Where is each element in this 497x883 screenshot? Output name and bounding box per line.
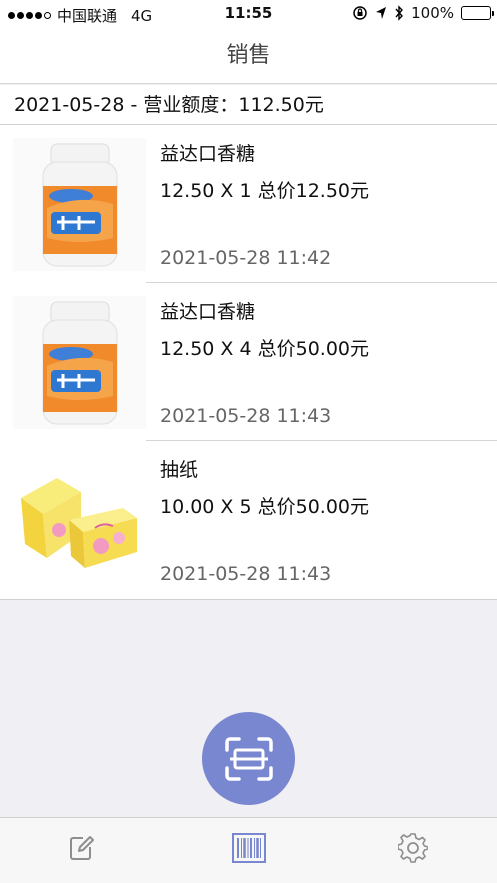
rotation-lock-icon xyxy=(353,6,367,20)
status-bar: 中国联通 4G 11:55 100% xyxy=(0,0,497,28)
product-name: 抽纸 xyxy=(160,459,199,481)
price-line: 12.50 X 1 总价12.50元 xyxy=(160,180,370,202)
list-item[interactable]: 益达口香糖 12.50 X 4 总价50.00元 2021-05-28 11:4… xyxy=(0,283,497,441)
location-arrow-icon xyxy=(376,7,387,19)
tab-barcode[interactable] xyxy=(229,828,269,868)
sales-list: 益达口香糖 12.50 X 1 总价12.50元 2021-05-28 11:4… xyxy=(0,125,497,600)
sales-summary: 2021-05-28 - 营业额度：112.50元 xyxy=(0,85,497,125)
sale-time: 2021-05-28 11:43 xyxy=(160,405,332,427)
edit-icon xyxy=(70,836,94,860)
sale-time: 2021-05-28 11:42 xyxy=(160,247,332,269)
status-right: 100% xyxy=(352,4,494,22)
scan-button[interactable] xyxy=(202,712,295,805)
tab-edit[interactable] xyxy=(62,828,102,868)
price-line: 12.50 X 4 总价50.00元 xyxy=(160,338,370,360)
tab-bar xyxy=(0,817,497,883)
scan-icon xyxy=(224,736,273,781)
gum-bottle-image xyxy=(13,296,146,429)
sale-time: 2021-05-28 11:43 xyxy=(160,563,332,585)
battery-percent: 100% xyxy=(411,4,454,22)
barcode-icon xyxy=(232,833,266,863)
list-item[interactable]: 抽纸 10.00 X 5 总价50.00元 2021-05-28 11:43 xyxy=(0,441,497,599)
tab-settings[interactable] xyxy=(393,828,433,868)
bluetooth-icon xyxy=(395,5,404,21)
nav-bar: 销售 xyxy=(0,28,497,84)
product-name: 益达口香糖 xyxy=(160,301,256,323)
product-name: 益达口香糖 xyxy=(160,143,256,165)
list-item[interactable]: 益达口香糖 12.50 X 1 总价12.50元 2021-05-28 11:4… xyxy=(0,125,497,283)
battery-icon xyxy=(461,6,494,20)
gear-icon xyxy=(398,833,428,863)
gum-bottle-image xyxy=(13,138,146,271)
tissue-pack-image xyxy=(13,454,146,587)
price-line: 10.00 X 5 总价50.00元 xyxy=(160,496,370,518)
page-title: 销售 xyxy=(226,43,271,68)
